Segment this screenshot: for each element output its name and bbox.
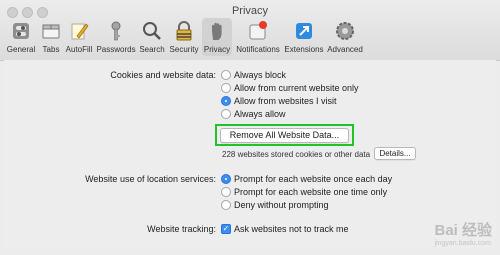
toolbar-tabs[interactable]: Tabs xyxy=(40,18,62,56)
radio-label-prompt-one-time-only: Prompt for each website one time only xyxy=(234,187,388,197)
toolbar-label: Tabs xyxy=(42,45,60,54)
watermark-subtext: jingyan.baidu.com xyxy=(434,240,491,247)
toolbar-label: Notifications xyxy=(236,45,280,54)
toolbar-general[interactable]: General xyxy=(4,18,38,56)
tabs-icon xyxy=(42,24,60,39)
toolbar-label: AutoFill xyxy=(65,45,93,54)
toolbar-label: Extensions xyxy=(284,45,324,54)
radio-always-block[interactable] xyxy=(221,70,231,80)
toolbar-label: Security xyxy=(169,45,199,54)
toolbar-label: Privacy xyxy=(203,45,231,54)
toolbar-autofill[interactable]: AutoFill xyxy=(64,18,94,56)
baidu-watermark: Bai 经验 jingyan.baidu.com xyxy=(434,219,492,247)
extensions-icon xyxy=(296,23,312,39)
do-not-track-label: Ask websites not to track me xyxy=(234,224,349,234)
radio-always-allow[interactable] xyxy=(221,109,231,119)
toolbar-security[interactable]: Security xyxy=(168,18,200,56)
switch-icon xyxy=(13,23,29,39)
cookies-label: Cookies and website data: xyxy=(110,70,216,80)
radio-label-allow-websites-visit: Allow from websites I visit xyxy=(234,96,337,106)
radio-label-allow-current-website: Allow from current website only xyxy=(234,83,359,93)
radio-label-deny-without-prompting: Deny without prompting xyxy=(234,200,329,210)
gear-icon xyxy=(336,22,354,40)
radio-allow-current-website[interactable] xyxy=(221,83,231,93)
toolbar-label: Passwords xyxy=(96,45,136,54)
do-not-track-checkbox[interactable]: ✓ xyxy=(221,224,231,234)
radio-prompt-one-time-only[interactable] xyxy=(221,187,231,197)
radio-deny-without-prompting[interactable] xyxy=(221,200,231,210)
notification-icon xyxy=(249,21,267,40)
radio-label-always-allow: Always allow xyxy=(234,109,286,119)
title-bar: Privacy General Tabs AutoFill Passwords … xyxy=(0,0,500,61)
toolbar-notifications[interactable]: Notifications xyxy=(234,18,282,56)
details-button[interactable]: Details... xyxy=(374,147,416,160)
stored-websites-count: 228 websites stored cookies or other dat… xyxy=(222,150,371,159)
radio-prompt-once-each-day[interactable] xyxy=(221,174,231,184)
preferences-window: Privacy General Tabs AutoFill Passwords … xyxy=(0,0,500,255)
toolbar-extensions[interactable]: Extensions xyxy=(284,18,324,56)
window-title: Privacy xyxy=(231,5,269,17)
lock-icon xyxy=(176,21,192,41)
radio-allow-websites-visit[interactable] xyxy=(221,96,231,106)
key-icon xyxy=(111,21,121,41)
magnifier-icon xyxy=(143,22,161,40)
toolbar-label: Advanced xyxy=(327,45,363,54)
website-tracking-label: Website tracking: xyxy=(147,224,216,234)
toolbar-search[interactable]: Search xyxy=(138,18,166,56)
watermark-text: Bai 经验 xyxy=(434,222,492,239)
hand-icon xyxy=(212,22,222,40)
toolbar-privacy[interactable]: Privacy xyxy=(202,18,232,56)
toolbar-label: General xyxy=(6,45,36,54)
radio-label-always-block: Always block xyxy=(234,70,287,80)
pencil-icon xyxy=(71,23,89,40)
toolbar-label: Search xyxy=(139,45,165,54)
remove-all-website-data-button[interactable]: Remove All Website Data... xyxy=(220,128,349,143)
radio-label-prompt-once-each-day: Prompt for each website once each day xyxy=(234,174,393,184)
location-services-label: Website use of location services: xyxy=(85,174,216,184)
toolbar-passwords[interactable]: Passwords xyxy=(96,18,136,56)
toolbar-advanced[interactable]: Advanced xyxy=(326,18,364,56)
